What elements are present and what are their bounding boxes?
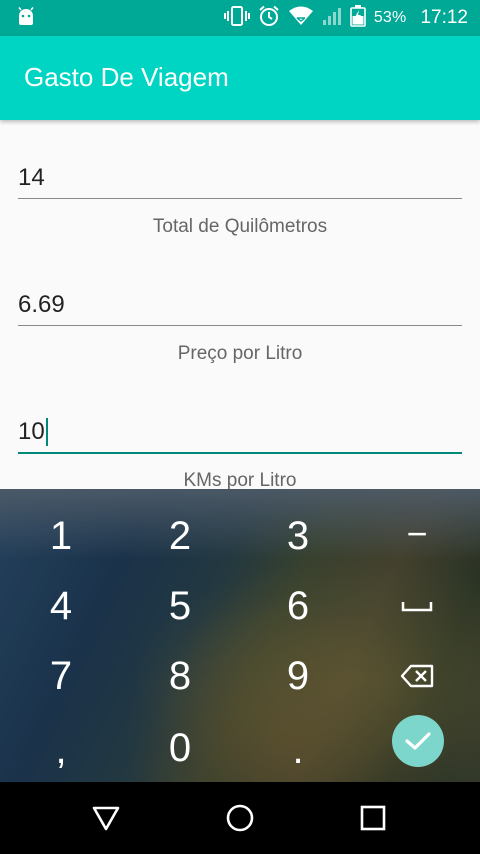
key-comma[interactable]: ,	[21, 719, 101, 781]
check-icon	[405, 732, 431, 750]
key-6[interactable]: 6	[258, 575, 338, 637]
total-km-hint: Total de Quilômetros	[152, 216, 328, 237]
key-minus[interactable]: −	[377, 503, 457, 565]
key-8[interactable]: 8	[140, 645, 220, 707]
app-bar: Gasto De Viagem	[0, 36, 480, 120]
key-5[interactable]: 5	[140, 575, 220, 637]
space-icon	[401, 602, 433, 612]
price-per-liter-hint: Preço por Litro	[177, 343, 303, 364]
back-triangle-icon[interactable]	[88, 800, 124, 836]
key-9[interactable]: 9	[258, 645, 338, 707]
price-per-liter-field[interactable]: 6.69	[18, 285, 462, 326]
home-circle-icon[interactable]	[222, 800, 258, 836]
key-4[interactable]: 4	[21, 575, 101, 637]
km-per-liter-field[interactable]: 10	[18, 412, 462, 454]
recents-square-icon[interactable]	[355, 800, 391, 836]
field-underline	[18, 198, 462, 199]
key-1[interactable]: 1	[21, 505, 101, 567]
battery-icon	[350, 4, 366, 32]
key-0[interactable]: 0	[140, 717, 220, 779]
km-per-liter-input-row[interactable]: 10	[18, 412, 462, 452]
key-period[interactable]: .	[258, 719, 338, 781]
total-km-field[interactable]: 14	[18, 158, 462, 199]
navigation-bar	[0, 782, 480, 854]
total-km-value[interactable]: 14	[18, 158, 462, 198]
key-3[interactable]: 3	[258, 505, 338, 567]
km-per-liter-value[interactable]: 10	[18, 412, 45, 452]
field-underline	[18, 325, 462, 326]
key-backspace[interactable]	[377, 645, 457, 707]
text-caret	[45, 418, 48, 446]
numeric-keyboard: 1 2 3 − 4 5 6 7 8 9 , 0 .	[0, 489, 480, 782]
signal-icon	[322, 6, 342, 31]
wifi-icon	[288, 6, 314, 31]
alarm-icon	[258, 5, 280, 32]
status-bar: 53% 17:12	[0, 0, 480, 36]
battery-percent: 53%	[373, 9, 407, 26]
price-per-liter-value[interactable]: 6.69	[18, 285, 462, 325]
screen: 53% 17:12 Gasto De Viagem 14 Total de Qu…	[0, 0, 480, 854]
key-space[interactable]	[377, 575, 457, 637]
android-icon	[16, 7, 36, 32]
app-title: Gasto De Viagem	[24, 62, 229, 92]
vibrate-icon	[223, 5, 250, 32]
backspace-icon	[400, 664, 434, 688]
done-button[interactable]	[392, 715, 444, 767]
clock-time: 17:12	[420, 7, 468, 28]
key-7[interactable]: 7	[21, 645, 101, 707]
key-2[interactable]: 2	[140, 505, 220, 567]
field-underline-focused	[18, 452, 462, 454]
